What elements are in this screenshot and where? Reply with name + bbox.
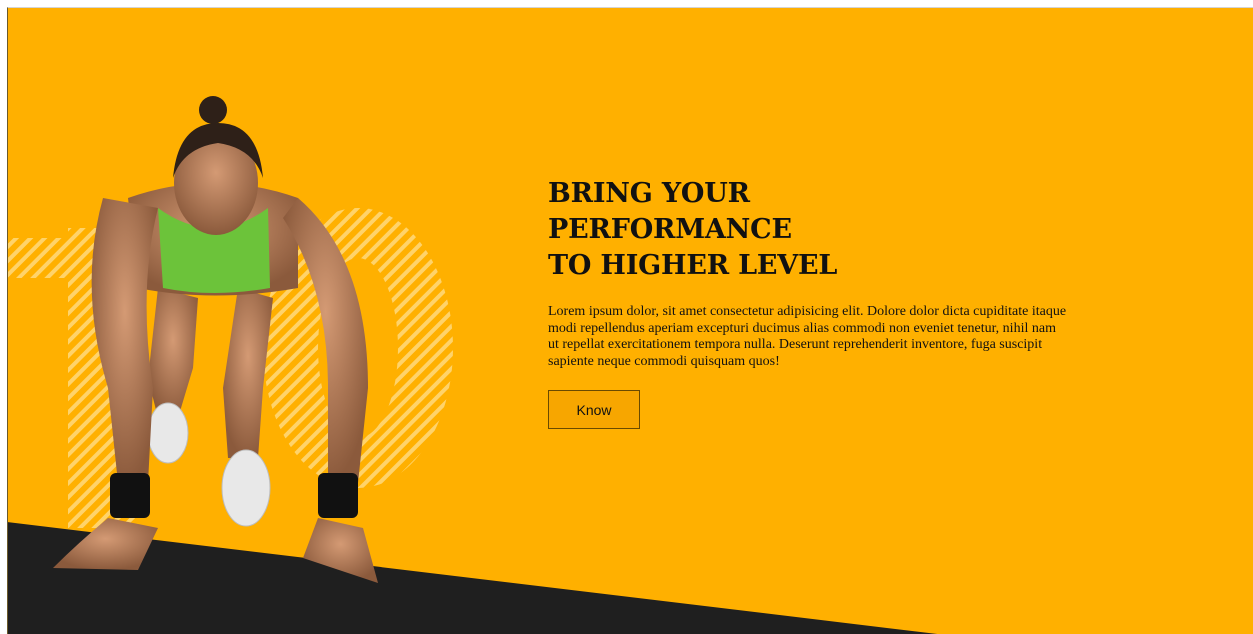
hero-copy: BRING YOUR PERFORMANCE TO HIGHER LEVEL L… bbox=[548, 176, 1068, 429]
headline-line-3: TO HIGHER LEVEL bbox=[548, 250, 838, 281]
hero-banner: BRING YOUR PERFORMANCE TO HIGHER LEVEL L… bbox=[7, 7, 1253, 634]
hero-headline: BRING YOUR PERFORMANCE TO HIGHER LEVEL bbox=[548, 176, 1068, 284]
know-button[interactable]: Know bbox=[548, 390, 640, 429]
headline-line-1: BRING YOUR bbox=[548, 178, 750, 209]
headline-line-2: PERFORMANCE bbox=[548, 214, 792, 245]
hero-body-text: Lorem ipsum dolor, sit amet consectetur … bbox=[548, 304, 1067, 369]
athlete-image bbox=[8, 96, 453, 583]
